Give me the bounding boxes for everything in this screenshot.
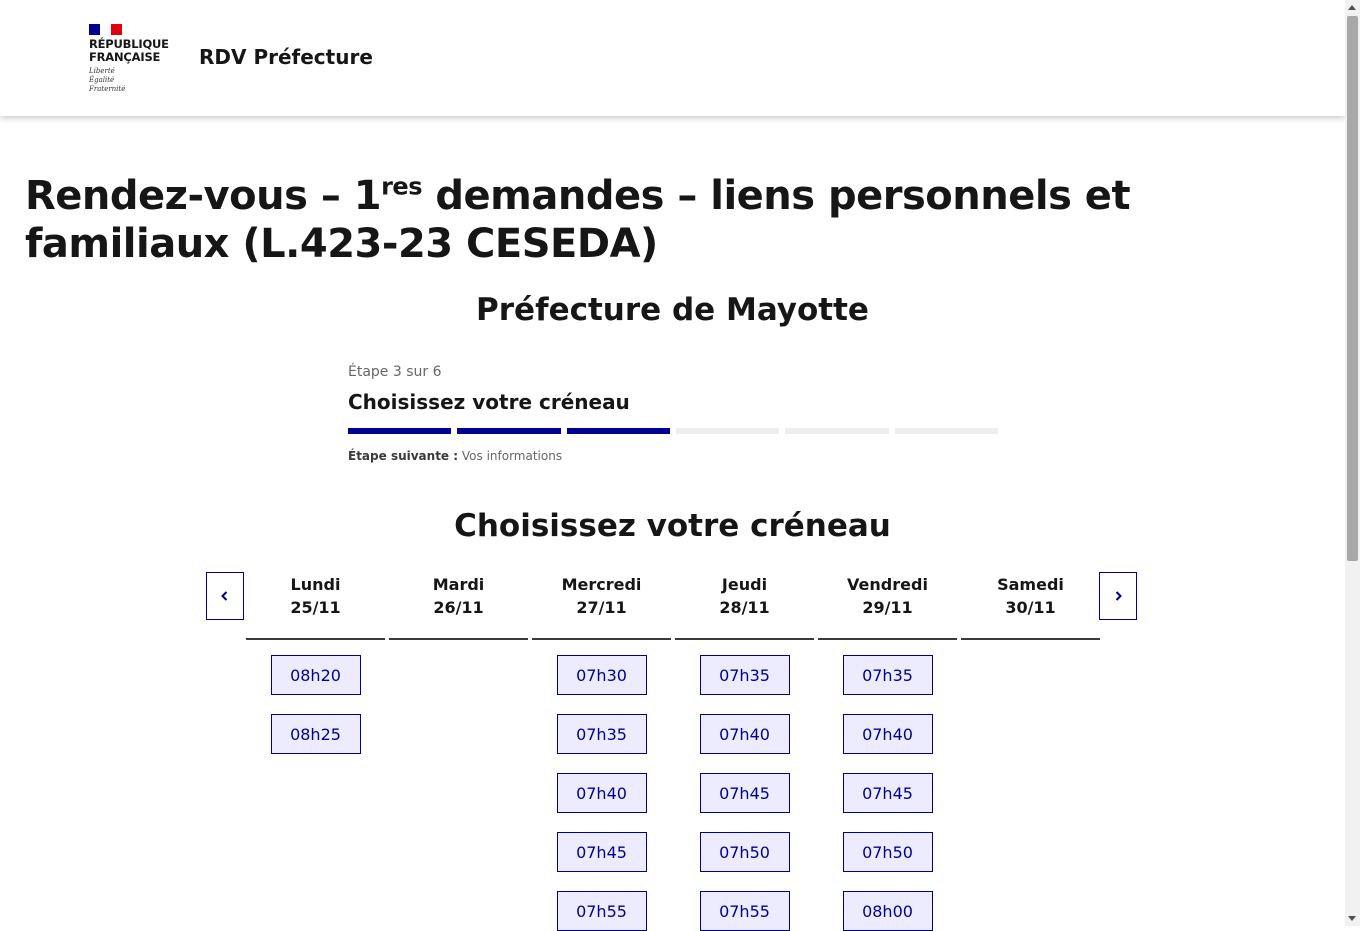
- day-column: Samedi 30/11: [961, 572, 1100, 931]
- slot-list: 08h20 08h25: [270, 655, 361, 754]
- logo-motto: Liberté Égalité Fraternité: [89, 67, 179, 94]
- time-slot-button[interactable]: 07h50: [699, 832, 790, 872]
- logo-name: RÉPUBLIQUE FRANÇAISE: [89, 38, 179, 64]
- day-date: 29/11: [862, 598, 913, 617]
- prefecture-title: Préfecture de Mayotte: [476, 292, 869, 328]
- day-name: Samedi: [997, 575, 1064, 594]
- day-date: 26/11: [433, 598, 484, 617]
- day-header: Vendredi 29/11: [818, 572, 957, 640]
- step-bar-segment: [457, 428, 561, 434]
- motto-line1: Liberté: [89, 67, 115, 75]
- stepper: Étape 3 sur 6 Choisissez votre créneau É…: [348, 364, 998, 463]
- time-slot-button[interactable]: 08h25: [270, 714, 361, 754]
- step-bar-segment: [348, 428, 452, 434]
- day-header: Mardi 26/11: [389, 572, 528, 640]
- republique-francaise-logo[interactable]: RÉPUBLIQUE FRANÇAISE Liberté Égalité Fra…: [89, 24, 179, 94]
- day-column: Mardi 26/11: [389, 572, 528, 931]
- day-header: Lundi 25/11: [246, 572, 385, 640]
- french-flag-icon: [89, 24, 122, 35]
- step-title: Choisissez votre créneau: [348, 390, 630, 414]
- step-bar-segment: [566, 428, 670, 434]
- time-slot-button[interactable]: 07h35: [556, 714, 647, 754]
- time-slot-button[interactable]: 07h40: [842, 714, 933, 754]
- slot-list: 07h30 07h35 07h40 07h45 07h55: [556, 655, 647, 931]
- day-name: Jeudi: [721, 575, 768, 594]
- time-slot-button[interactable]: 07h40: [556, 773, 647, 813]
- site-title-link[interactable]: RDV Préfecture: [199, 45, 373, 69]
- day-date: 28/11: [719, 598, 770, 617]
- step-bar-segment: [675, 428, 780, 434]
- page-title-superscript: res: [381, 172, 422, 201]
- time-slot-button[interactable]: 07h50: [842, 832, 933, 872]
- day-name: Vendredi: [847, 575, 928, 594]
- page-scrollbar[interactable]: [1345, 0, 1360, 926]
- time-slot-button[interactable]: 07h35: [842, 655, 933, 695]
- time-slot-button[interactable]: 07h40: [699, 714, 790, 754]
- page-title: Rendez-vous – 1res demandes – liens pers…: [25, 172, 1335, 268]
- scroll-down-arrow-icon[interactable]: [1348, 916, 1356, 921]
- calendar-days: Lundi 25/11 08h20 08h25 Mardi 26/11 Mercredi 27…: [246, 572, 1100, 931]
- slot-list: 07h35 07h40 07h45 07h50 07h55: [699, 655, 790, 931]
- motto-line3: Fraternité: [89, 85, 126, 93]
- day-column: Vendredi 29/11 07h35 07h40 07h45 07h50 08h00: [818, 572, 957, 931]
- scroll-up-arrow-icon[interactable]: [1348, 5, 1356, 10]
- day-name: Mardi: [432, 575, 485, 594]
- day-column: Jeudi 28/11 07h35 07h40 07h45 07h50 07h55: [675, 572, 814, 931]
- time-slot-button[interactable]: 07h30: [556, 655, 647, 695]
- step-bar-segment: [785, 428, 889, 434]
- time-slot-button[interactable]: 07h45: [842, 773, 933, 813]
- time-slot-button[interactable]: 07h55: [699, 891, 790, 931]
- day-header: Mercredi 27/11: [532, 572, 671, 640]
- step-count: Étape 3 sur 6: [348, 364, 442, 380]
- slot-list: 07h35 07h40 07h45 07h50 08h00: [842, 655, 933, 931]
- next-step-info: Étape suivante : Vos informations: [348, 449, 998, 463]
- logo-name-line2: FRANÇAISE: [89, 50, 161, 64]
- day-column: Lundi 25/11 08h20 08h25: [246, 572, 385, 931]
- time-slot-button[interactable]: 07h45: [699, 773, 790, 813]
- time-slot-button[interactable]: 07h55: [556, 891, 647, 931]
- day-name: Lundi: [290, 575, 341, 594]
- next-step-label: Étape suivante :: [348, 449, 459, 463]
- day-header: Samedi 30/11: [961, 572, 1100, 640]
- time-slot-button[interactable]: 08h00: [842, 891, 933, 931]
- time-slot-button[interactable]: 07h45: [556, 832, 647, 872]
- day-date: 27/11: [576, 598, 627, 617]
- time-slot-button[interactable]: 08h20: [270, 655, 361, 695]
- previous-week-button[interactable]: [206, 572, 244, 620]
- day-column: Mercredi 27/11 07h30 07h35 07h40 07h45 07h55: [532, 572, 671, 931]
- day-date: 30/11: [1005, 598, 1056, 617]
- chevron-left-icon: [221, 591, 228, 601]
- page-title-start: Rendez-vous – 1: [25, 173, 382, 219]
- day-date: 25/11: [290, 598, 341, 617]
- scrollbar-thumb[interactable]: [1347, 16, 1358, 561]
- next-week-button[interactable]: [1099, 572, 1137, 620]
- chevron-right-icon: [1115, 591, 1122, 601]
- step-bar-segment: [894, 428, 998, 434]
- slot-section-title: Choisissez votre créneau: [454, 508, 891, 544]
- next-step-value: Vos informations: [461, 449, 563, 463]
- site-header: RÉPUBLIQUE FRANÇAISE Liberté Égalité Fra…: [0, 0, 1345, 116]
- time-slot-button[interactable]: 07h35: [699, 655, 790, 695]
- day-name: Mercredi: [561, 575, 642, 594]
- day-header: Jeudi 28/11: [675, 572, 814, 640]
- step-progress-bar: [348, 428, 998, 434]
- motto-line2: Égalité: [89, 76, 115, 84]
